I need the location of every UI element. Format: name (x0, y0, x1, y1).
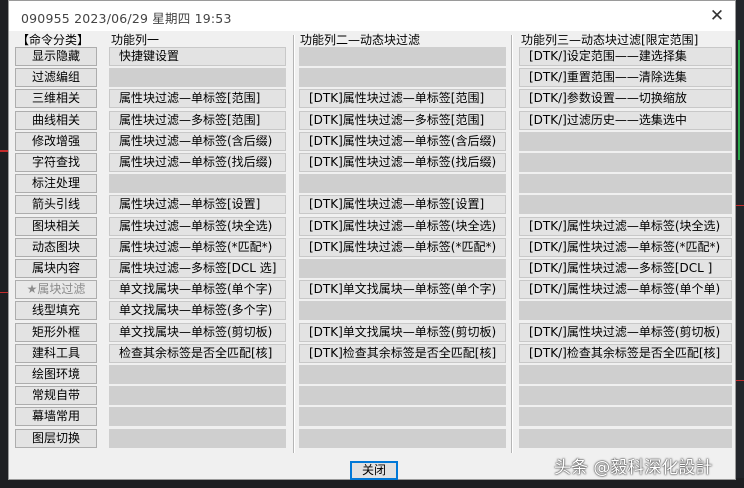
col2-function-empty-slot (299, 429, 506, 448)
col3-function-button[interactable]: [DTK/]参数设置——切换缩放 (519, 89, 732, 108)
col1-function-button[interactable]: 属性块过滤—多标签[范围] (109, 111, 286, 130)
category-button[interactable]: 幕墙常用 (15, 407, 97, 426)
block-filter-dialog: 090955 2023/06/29 星期四 19:53 ✕ 【命令分类】 功能列… (8, 0, 736, 480)
col2-function-empty-slot (299, 174, 506, 193)
col1-function-button[interactable]: 单文找属块—单标签(剪切板) (109, 323, 286, 342)
col1-function-button[interactable]: 单文找属块—单标签(单个字) (109, 280, 286, 299)
col3-function-empty-slot (519, 386, 732, 405)
close-icon[interactable]: ✕ (705, 4, 729, 28)
cad-line-green (738, 40, 740, 160)
col1-function-button[interactable]: 属性块过滤—单标签(*匹配*) (109, 238, 286, 257)
col3-function-empty-slot (519, 132, 732, 151)
title-bar[interactable]: 090955 2023/06/29 星期四 19:53 ✕ (9, 1, 735, 31)
cad-line-red (0, 292, 8, 293)
col2-function-button[interactable]: [DTK]属性块过滤—单标签(*匹配*) (299, 238, 506, 257)
col3-function-button[interactable]: [DTK/]属性块过滤—单标签(块全选) (519, 217, 732, 236)
col2-function-empty-slot (299, 68, 506, 87)
category-button[interactable]: 箭头引线 (15, 195, 97, 214)
col1-function-button[interactable]: 检查其余标签是否全匹配[核] (109, 344, 286, 363)
col2-function-button[interactable]: [DTK]属性块过滤—单标签[范围] (299, 89, 506, 108)
col2-function-button[interactable]: [DTK]属性块过滤—单标签(含后缀) (299, 132, 506, 151)
column-divider (294, 35, 295, 453)
col3-function-empty-slot (519, 429, 732, 448)
col3-function-empty-slot (519, 365, 732, 384)
cad-canvas-left-edge (0, 0, 8, 488)
category-button[interactable]: 图块相关 (15, 217, 97, 236)
col1-function-button[interactable]: 属性块过滤—单标签(含后缀) (109, 132, 286, 151)
category-button[interactable]: 过滤编组 (15, 68, 97, 87)
col3-function-button[interactable]: [DTK/]设定范围——建选择集 (519, 47, 732, 66)
col3-function-button[interactable]: [DTK/]属性块过滤—单标签(剪切板) (519, 323, 732, 342)
category-button[interactable]: 标注处理 (15, 174, 97, 193)
cad-line-red (736, 205, 744, 206)
categories-header: 【命令分类】 (17, 33, 90, 47)
category-button[interactable]: 绘图环境 (15, 365, 97, 384)
category-button[interactable]: 建科工具 (15, 344, 97, 363)
category-button[interactable]: 矩形外框 (15, 323, 97, 342)
category-button[interactable]: ★属块过滤 (15, 280, 97, 299)
cad-line-red (0, 150, 8, 152)
col1-header: 功能列一 (111, 33, 160, 47)
col1-function-empty-slot (109, 68, 286, 87)
window-title: 090955 2023/06/29 星期四 19:53 (21, 11, 232, 26)
col2-function-empty-slot (299, 301, 506, 320)
col2-function-button[interactable]: [DTK]属性块过滤—单标签[设置] (299, 195, 506, 214)
col1-function-button[interactable]: 属性块过滤—单标签[范围] (109, 89, 286, 108)
col2-function-empty-slot (299, 365, 506, 384)
close-button[interactable]: 关闭 (350, 461, 398, 480)
col2-function-empty-slot (299, 407, 506, 426)
col1-function-empty-slot (109, 407, 286, 426)
col3-function-button[interactable]: [DTK/]属性块过滤—多标签[DCL ] (519, 259, 732, 278)
col2-function-button[interactable]: [DTK]单文找属块—单标签(单个字) (299, 280, 506, 299)
watermark-text: 头条 @毅科深化設計 (554, 458, 713, 478)
category-button[interactable]: 动态图块 (15, 238, 97, 257)
col1-function-empty-slot (109, 429, 286, 448)
col2-function-empty-slot (299, 259, 506, 278)
category-button[interactable]: 线型填充 (15, 301, 97, 320)
col1-function-button[interactable]: 属性块过滤—单标签(找后缀) (109, 153, 286, 172)
category-button[interactable]: 曲线相关 (15, 111, 97, 130)
col3-header: 功能列三—动态块过滤[限定范围] (521, 33, 699, 47)
category-button[interactable]: 三维相关 (15, 89, 97, 108)
col2-function-empty-slot (299, 386, 506, 405)
col1-function-button[interactable]: 快捷键设置 (109, 47, 286, 66)
col1-function-button[interactable]: 单文找属块—单标签(多个字) (109, 301, 286, 320)
category-button[interactable]: 显示隐藏 (15, 47, 97, 66)
col2-function-button[interactable]: [DTK]属性块过滤—单标签(找后缀) (299, 153, 506, 172)
col1-function-empty-slot (109, 174, 286, 193)
col3-function-empty-slot (519, 407, 732, 426)
col1-function-empty-slot (109, 386, 286, 405)
col3-function-button[interactable]: [DTK/]属性块过滤—单标签(*匹配*) (519, 238, 732, 257)
category-button[interactable]: 字符查找 (15, 153, 97, 172)
col2-function-button[interactable]: [DTK]单文找属块—单标签(剪切板) (299, 323, 506, 342)
column-divider (512, 35, 513, 453)
col3-function-empty-slot (519, 195, 732, 214)
col1-function-button[interactable]: 属性块过滤—单标签(块全选) (109, 217, 286, 236)
category-button[interactable]: 图层切换 (15, 429, 97, 448)
category-button[interactable]: 修改增强 (15, 132, 97, 151)
col2-header: 功能列二—动态块过滤 (300, 33, 421, 47)
col3-function-button[interactable]: [DTK/]过滤历史——选集选中 (519, 111, 732, 130)
col3-function-button[interactable]: [DTK/]检查其余标签是否全匹配[核] (519, 344, 732, 363)
col1-function-empty-slot (109, 365, 286, 384)
col1-function-button[interactable]: 属性块过滤—单标签[设置] (109, 195, 286, 214)
col3-function-button[interactable]: [DTK/]属性块过滤—单标签(单个单) (519, 280, 732, 299)
col2-function-button[interactable]: [DTK]属性块过滤—多标签[范围] (299, 111, 506, 130)
cad-line-red (736, 380, 744, 381)
category-button[interactable]: 属块内容 (15, 259, 97, 278)
col3-function-button[interactable]: [DTK/]重置范围——清除选集 (519, 68, 732, 87)
col2-function-button[interactable]: [DTK]检查其余标签是否全匹配[核] (299, 344, 506, 363)
col1-function-button[interactable]: 属性块过滤—多标签[DCL 选] (109, 259, 286, 278)
col3-function-empty-slot (519, 153, 732, 172)
col3-function-empty-slot (519, 174, 732, 193)
col3-function-empty-slot (519, 301, 732, 320)
col2-function-button[interactable]: [DTK]属性块过滤—单标签(块全选) (299, 217, 506, 236)
category-button[interactable]: 常规自带 (15, 386, 97, 405)
col2-function-empty-slot (299, 47, 506, 66)
